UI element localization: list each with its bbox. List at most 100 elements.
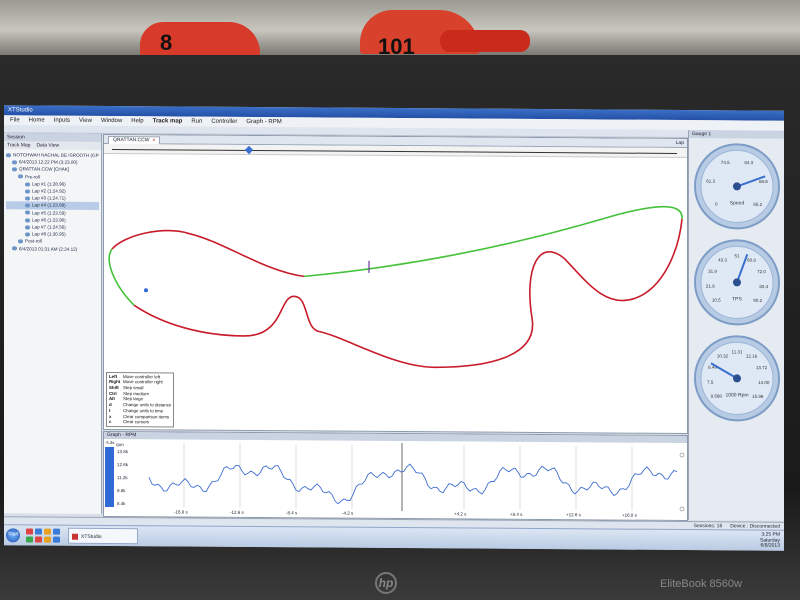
key-action: Move controller right	[123, 379, 163, 385]
tree-item-label: Lap #7 (1:24.56)	[32, 224, 66, 230]
y-tick-label: 13.8k	[117, 449, 129, 454]
session-tree: NOTCHWAH NACHAL BE ISROOTH (GPC R.)6/4/2…	[4, 149, 101, 255]
tray-date: 6/8/2013	[760, 542, 780, 549]
node-icon	[12, 246, 17, 251]
gauge-tick-label: 7.5	[707, 380, 714, 385]
quick-launch-icon[interactable]	[53, 528, 60, 535]
key-action: Step medium	[123, 390, 149, 397]
menu-track-map[interactable]: Track map	[153, 116, 183, 126]
track-segment-3	[433, 218, 683, 369]
zoom-in-icon	[679, 452, 685, 458]
gauge-hub	[733, 374, 741, 383]
tree-item-label: Post-roll	[25, 238, 42, 244]
gauge-tick-label: 14.00	[758, 380, 770, 385]
session-panel: Session Track Map Data View NOTCHWAH NAC…	[4, 133, 102, 514]
track-segment-4	[133, 295, 435, 369]
quick-launch-icon[interactable]	[35, 528, 42, 535]
tree-item[interactable]: 6/4/2013 01:31 AM (2:24.12)	[6, 245, 99, 253]
tree-item-label: Lap #8 (1:30.95)	[32, 231, 66, 237]
gauge-tick-label: 10.5	[712, 298, 721, 303]
node-icon	[25, 203, 30, 208]
hp-logo: hp	[375, 572, 397, 594]
node-icon	[25, 182, 30, 187]
gauge-tick-label: 21.9	[706, 284, 715, 289]
x-tick-label: +4.2 s	[454, 511, 467, 516]
track-map-canvas[interactable]	[104, 155, 687, 433]
y-tick-label: 9.8k	[117, 488, 126, 493]
background-motorcycle-3	[440, 30, 530, 52]
node-icon	[6, 153, 11, 158]
rpm-graph-window: Graph - RPM rpm -5.3s 13.8k 12.6k 11.2k 9.8k 8…	[103, 430, 688, 522]
gauge-hub	[733, 182, 741, 191]
key-action: Move controller left	[123, 373, 161, 380]
y-tick-label: 12.6k	[117, 462, 129, 467]
tab-track-map[interactable]: Track Map	[7, 142, 30, 148]
rpm-trace	[148, 463, 678, 505]
tab-track-file-label: QRATTAN.CCW	[113, 137, 150, 144]
gauge-tick-label: 72.0	[757, 269, 766, 274]
lap-slider-track	[112, 149, 677, 154]
tree-item-label: 6/4/2013 12:22 PM (3:23.00)	[19, 159, 78, 165]
y-tick-label: 8.4k	[117, 501, 126, 506]
key-action: Change units to distance	[123, 402, 172, 408]
key-action: Clear cursors	[123, 419, 150, 425]
gauge-tick-label: 61.3	[706, 179, 715, 184]
keyboard-help-row: c Clear cursors	[109, 419, 171, 425]
menu-run[interactable]: Run	[191, 117, 202, 127]
menu-home[interactable]: Home	[29, 115, 45, 125]
gauge-tick-label: 90.2	[753, 298, 762, 303]
node-icon	[25, 232, 30, 237]
quick-launch	[26, 528, 64, 543]
close-icon[interactable]: ×	[152, 137, 155, 143]
menu-inputs[interactable]: Inputs	[54, 116, 70, 126]
gauge-label: 1000 Rpm	[725, 392, 748, 398]
node-icon	[25, 189, 30, 194]
gauge-tick-label: 43.3	[718, 257, 727, 262]
node-icon	[18, 239, 23, 244]
menu-window[interactable]: Window	[101, 116, 122, 126]
tree-item[interactable]: QRATTAN.CCW [CHAK]	[6, 166, 99, 174]
laptop-screen: XTStudio File Home Inputs View Window He…	[4, 105, 784, 551]
gauge-tick-label: 8.568	[711, 394, 723, 399]
menu-view[interactable]: View	[79, 116, 92, 126]
track-segment-5	[108, 248, 135, 306]
menu-controller[interactable]: Controller	[211, 117, 237, 127]
gauge-tick-label: 10.32	[717, 353, 729, 358]
tree-item-label: Lap #4 (1:23.89)	[32, 202, 66, 209]
gauge-tick-label: 84.3	[744, 160, 753, 165]
gauge-tick-label: 88.6	[759, 179, 768, 184]
position-marker[interactable]	[144, 288, 148, 293]
quick-launch-icon[interactable]	[26, 536, 33, 543]
x-tick-label: -8.4 s	[286, 510, 298, 515]
x-tick-label: +12.6 s	[566, 512, 582, 517]
quick-launch-icon[interactable]	[44, 536, 51, 543]
taskbar-xtstudio[interactable]: XTStudio	[68, 527, 138, 545]
laptop-model: EliteBook 8560w	[660, 578, 742, 590]
key-action: Change units to time	[123, 407, 164, 414]
tree-item-label: Lap #2 (1:24.92)	[32, 188, 66, 194]
menu-help[interactable]: Help	[131, 116, 143, 126]
x-tick-label: -12.6 s	[230, 510, 245, 515]
tree-item-label: Lap #3 (1:24.71)	[32, 195, 66, 201]
gauge-tps: 10.5 21.9 31.9 43.3 51 60.8 72.0 83.4 90.2 TPS	[694, 239, 780, 326]
x-tick-label: -4.2 s	[342, 511, 354, 516]
quick-launch-icon[interactable]	[44, 528, 51, 535]
background-motorcycle-1	[140, 22, 260, 56]
gauge-tick-label: 74.5	[721, 160, 730, 165]
rpm-series-label: rpm	[116, 442, 124, 447]
gauge-label: TPS	[732, 296, 742, 302]
tab-data-view[interactable]: Data View	[36, 143, 59, 149]
rpm-graph-canvas[interactable]: rpm-5.3s13.8k 12.6k 11.2k 9.8k 8.4k -16.8 s -1…	[104, 439, 687, 521]
quick-launch-icon[interactable]	[53, 536, 60, 543]
menu-graph-rpm[interactable]: Graph - RPM	[246, 117, 281, 127]
tree-item-label: Lap #1 (1:28.96)	[32, 181, 66, 187]
menu-file[interactable]: File	[10, 115, 20, 125]
lap-slider-knob[interactable]	[245, 145, 254, 155]
quick-launch-icon[interactable]	[35, 536, 42, 543]
key-action: Clear comparison items	[123, 413, 170, 420]
bike-number-1: 8	[160, 30, 173, 55]
x-tick-label: +16.8 s	[622, 513, 638, 518]
quick-launch-icon[interactable]	[26, 528, 33, 535]
node-icon	[12, 160, 17, 165]
start-label: Start	[8, 531, 19, 538]
